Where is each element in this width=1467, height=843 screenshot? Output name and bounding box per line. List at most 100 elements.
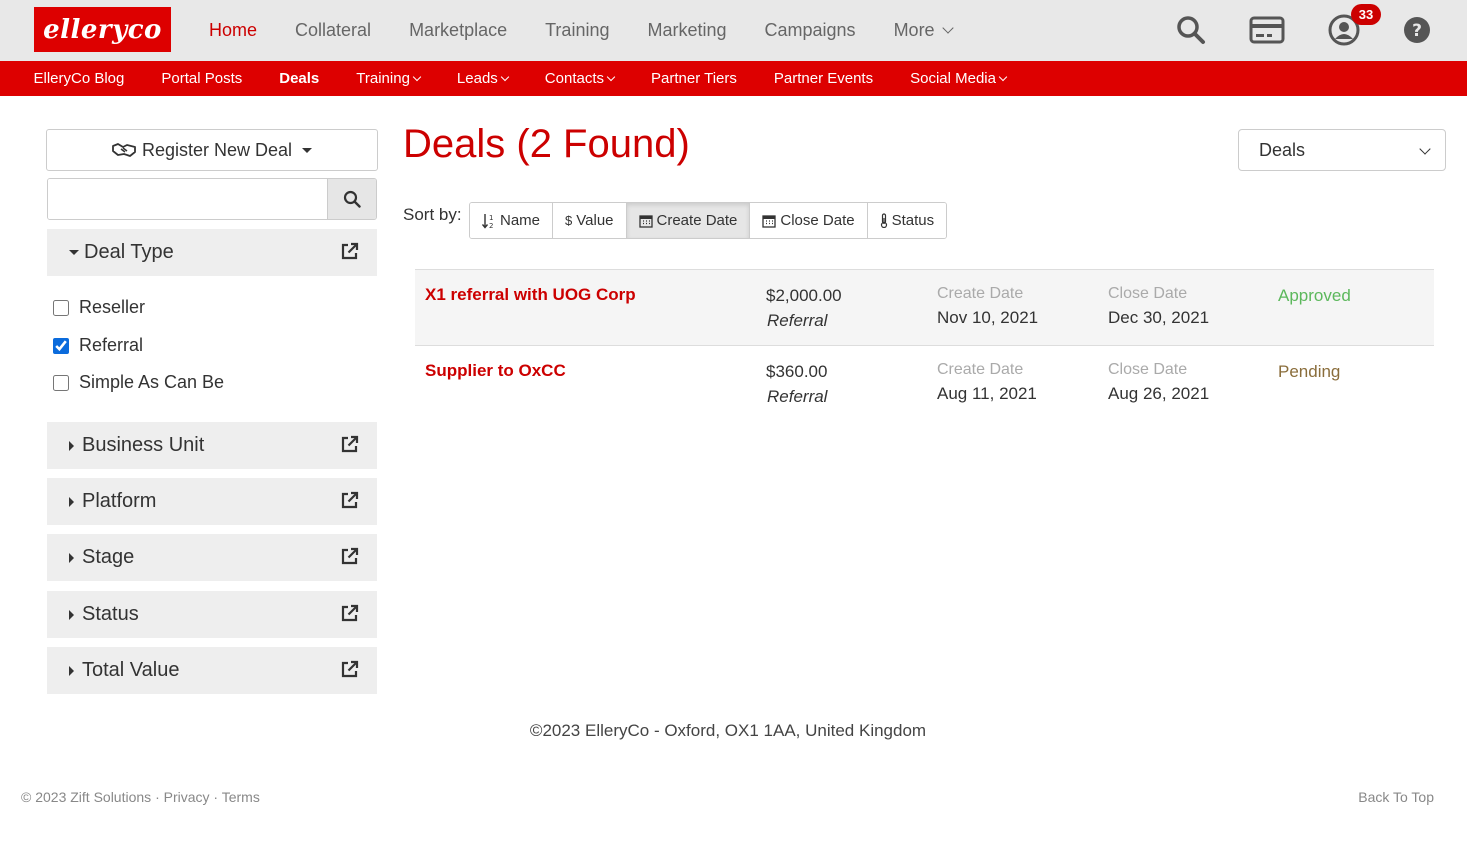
sort-close-date-button[interactable]: Close Date: [749, 203, 867, 238]
checkbox-reseller[interactable]: Reseller: [53, 297, 145, 318]
checkbox-referral[interactable]: Referral: [53, 335, 143, 356]
search-icon: [343, 190, 361, 208]
checkbox-simple[interactable]: Simple As Can Be: [53, 372, 224, 393]
subnav-partner-tiers[interactable]: Partner Tiers: [633, 70, 756, 87]
subnav-leads[interactable]: Leads: [438, 70, 526, 87]
caret-right-icon: [69, 552, 74, 563]
deal-value: $2,000.00: [766, 286, 842, 305]
caret-right-icon: [69, 609, 74, 620]
subnav-label: ElleryCo Blog: [33, 70, 125, 87]
subnav-label: Deals: [279, 70, 320, 87]
view-select[interactable]: Deals: [1238, 129, 1446, 171]
subnav-training[interactable]: Training: [338, 70, 439, 87]
top-bar: elleryco Home Collateral Marketplace Tra…: [0, 0, 1467, 61]
nav-label: Campaigns: [764, 20, 856, 40]
bottom-links: © 2023 Zift Solutions · Privacy · Terms: [21, 789, 260, 805]
deal-value: $360.00: [766, 362, 828, 381]
deal-type: Referral: [767, 311, 828, 330]
deal-row: X1 referral with UOG Corp $2,000.00 Refe…: [415, 269, 1434, 345]
simple-checkbox[interactable]: [53, 374, 69, 391]
sort-create-date-label: Create Date: [656, 212, 738, 229]
facet-total-value[interactable]: Total Value: [47, 647, 377, 694]
nav-label: Home: [209, 20, 258, 40]
sort-value-label: Value: [576, 212, 614, 229]
register-new-deal-button[interactable]: Register New Deal: [46, 129, 378, 171]
facet-label: Status: [82, 603, 139, 625]
subnav-blog[interactable]: ElleryCo Blog: [15, 70, 143, 87]
nav-marketing[interactable]: Marketing: [628, 20, 745, 41]
external-link-icon[interactable]: [340, 660, 359, 684]
nav-home[interactable]: Home: [190, 20, 276, 41]
terms-link[interactable]: Terms: [222, 789, 260, 805]
help-icon[interactable]: ?: [1397, 10, 1437, 50]
calendar-icon: [762, 214, 777, 228]
svg-text:2: 2: [489, 222, 493, 229]
checkbox-label: Referral: [79, 335, 144, 355]
nav-campaigns[interactable]: Campaigns: [746, 20, 875, 41]
chevron-down-icon: [998, 72, 1008, 81]
facet-deal-type[interactable]: Deal Type: [47, 229, 377, 276]
facet-label: Platform: [82, 490, 157, 512]
external-link-icon[interactable]: [340, 435, 359, 459]
chevron-down-icon: [941, 22, 954, 34]
search-button[interactable]: [327, 179, 376, 219]
logo[interactable]: elleryco: [34, 7, 171, 52]
svg-text:1: 1: [489, 214, 493, 222]
referral-checkbox[interactable]: [53, 337, 69, 354]
close-date-label: Close Date: [1108, 285, 1188, 302]
back-to-top-link[interactable]: Back To Top: [1358, 789, 1434, 805]
nav-collateral[interactable]: Collateral: [276, 20, 390, 41]
external-link-icon[interactable]: [340, 491, 359, 515]
external-link-icon[interactable]: [340, 547, 359, 571]
create-date-label: Create Date: [937, 361, 1024, 378]
nav-marketplace[interactable]: Marketplace: [390, 20, 526, 41]
subnav-social-media[interactable]: Social Media: [892, 70, 1025, 87]
facet-platform[interactable]: Platform: [47, 478, 377, 525]
chevron-down-icon: [500, 72, 510, 81]
separator: ·: [155, 789, 160, 805]
nav-label: More: [893, 20, 935, 40]
facet-stage[interactable]: Stage: [47, 534, 377, 581]
sort-name-label: Name: [500, 212, 541, 229]
privacy-link[interactable]: Privacy: [164, 789, 210, 805]
search-icon[interactable]: [1171, 10, 1211, 50]
caret-down-icon: [302, 147, 313, 153]
facet-label: Total Value: [82, 659, 180, 681]
external-link-icon[interactable]: [340, 242, 359, 266]
caret-down-icon: [69, 250, 79, 255]
subnav-contacts[interactable]: Contacts: [526, 70, 632, 87]
close-date-label: Close Date: [1108, 361, 1188, 378]
nav-training[interactable]: Training: [526, 20, 628, 41]
deal-name-link[interactable]: X1 referral with UOG Corp: [425, 285, 636, 305]
deal-type: Referral: [767, 387, 828, 406]
facet-label: Stage: [82, 546, 135, 568]
subnav-label: Partner Events: [773, 70, 874, 87]
thermometer-icon: [880, 213, 887, 228]
deal-search: [47, 178, 377, 220]
caret-right-icon: [69, 440, 74, 451]
reseller-checkbox[interactable]: [53, 299, 69, 316]
subnav-label: Leads: [456, 70, 498, 87]
close-date-value: Dec 30, 2021: [1108, 308, 1210, 327]
nav-label: Collateral: [295, 20, 372, 40]
search-input[interactable]: [48, 179, 327, 219]
sort-status-label: Status: [891, 212, 935, 229]
sort-value-button[interactable]: $ Value: [552, 203, 626, 238]
subnav-portal-posts[interactable]: Portal Posts: [143, 70, 261, 87]
sort-status-button[interactable]: Status: [866, 203, 947, 238]
nav-label: Marketing: [647, 20, 727, 40]
sort-create-date-button[interactable]: Create Date: [625, 203, 750, 238]
nav-more[interactable]: More: [875, 20, 971, 41]
calendar-icon: [638, 214, 653, 228]
checkbox-label: Simple As Can Be: [79, 372, 225, 392]
facet-business-unit[interactable]: Business Unit: [47, 422, 377, 469]
subnav-partner-events[interactable]: Partner Events: [755, 70, 891, 87]
facet-label: Deal Type: [84, 241, 174, 263]
external-link-icon[interactable]: [340, 604, 359, 628]
deal-status: Approved: [1278, 286, 1351, 305]
deal-name-link[interactable]: Supplier to OxCC: [425, 361, 566, 381]
facet-status[interactable]: Status: [47, 591, 377, 638]
subnav-deals[interactable]: Deals: [261, 70, 338, 87]
credit-card-icon[interactable]: [1247, 10, 1287, 50]
sort-name-button[interactable]: 12 Name: [470, 203, 553, 238]
